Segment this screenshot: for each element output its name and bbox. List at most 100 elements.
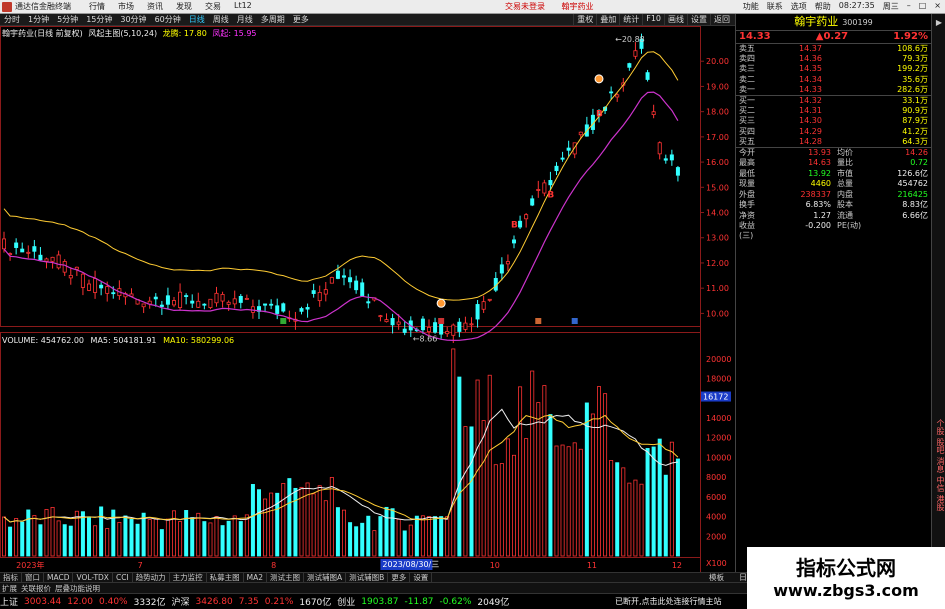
candle — [287, 310, 292, 323]
event-marker-icon[interactable] — [438, 318, 445, 324]
close-icon[interactable]: × — [934, 1, 941, 12]
period-1[interactable]: 分时 — [0, 14, 24, 25]
candle — [99, 282, 104, 296]
candle — [311, 283, 316, 298]
volume-bar — [487, 374, 492, 557]
price-change: ▲0.27 — [815, 31, 849, 42]
candle — [505, 254, 510, 271]
candle — [68, 267, 73, 285]
menu-help[interactable]: 帮助 — [815, 1, 831, 12]
app-window: 通达信金融终端 行情 市场 资讯 发现 交易 Lt12 交易未登录 翰宇药业 功… — [0, 0, 945, 609]
period-daily[interactable]: 日线 — [185, 14, 209, 25]
volume-bar — [14, 518, 19, 557]
event-marker-icon[interactable] — [571, 318, 578, 324]
date-marker-label: 2023/08/30/三 — [382, 560, 439, 569]
event-marker-icon[interactable] — [280, 318, 287, 324]
btab-8[interactable]: MA2 — [244, 573, 268, 582]
menu-trade[interactable]: 交易 — [205, 1, 221, 12]
price-pct: 1.92% — [893, 31, 928, 42]
period-6[interactable]: 60分钟 — [151, 14, 185, 25]
idx2-value: 3426.80 — [195, 596, 233, 607]
volume-bar — [263, 498, 268, 557]
menu-lt12[interactable]: Lt12 — [234, 1, 252, 12]
btab-4[interactable]: CCI — [113, 573, 133, 582]
volume-bar — [457, 376, 462, 557]
stock-name-link[interactable]: 翰宇药业 — [562, 2, 594, 11]
candle — [117, 280, 122, 300]
volume-bar — [244, 514, 249, 557]
candle — [38, 247, 43, 262]
period-3[interactable]: 5分钟 — [53, 14, 82, 25]
period-monthly[interactable]: 月线 — [233, 14, 257, 25]
period-more[interactable]: 更多 — [289, 14, 313, 25]
candle — [590, 108, 595, 134]
menu-options[interactable]: 选项 — [791, 1, 807, 12]
stat-label: 最高 — [739, 158, 755, 168]
candle — [202, 303, 207, 310]
btab-2[interactable]: MACD — [44, 573, 74, 582]
menu-contact[interactable]: 联系 — [767, 1, 783, 12]
idx3-name[interactable]: 创业 — [337, 595, 355, 608]
volume-bar — [651, 446, 656, 557]
candle — [675, 165, 680, 182]
stab-help[interactable]: 层叠功能说明 — [55, 583, 100, 594]
vol-axis-label: 4000 — [706, 513, 726, 522]
period-multi[interactable]: 多周期 — [257, 14, 289, 25]
ask-label: 卖五 — [739, 44, 755, 53]
stab-expand[interactable]: 扩展 — [2, 583, 17, 594]
tool-f10[interactable]: F10 — [642, 14, 664, 25]
tool-stats[interactable]: 统计 — [619, 14, 642, 25]
trade-login-link[interactable]: 交易未登录 — [505, 2, 545, 11]
volume-bar — [214, 516, 219, 557]
tool-back[interactable]: 返回 — [710, 14, 733, 25]
volume-bar — [524, 438, 529, 557]
menu-market[interactable]: 市场 — [118, 1, 134, 12]
dragon-value: 龙腾: 17.80 — [162, 29, 207, 38]
chart-area[interactable]: 20.00 19.00 18.00 17.00 16.00 15.00 14.00 13.00… — [0, 26, 735, 572]
idx2-name[interactable]: 沪深 — [172, 595, 190, 608]
bid-row: 买四 14.29 41.2万 — [736, 127, 931, 137]
tool-settings[interactable]: 设置 — [687, 14, 710, 25]
menu-discover[interactable]: 发现 — [176, 1, 192, 12]
btab-3[interactable]: VOL-TDX — [73, 573, 113, 582]
stab-related[interactable]: 关联报价 — [21, 583, 51, 594]
indicator-name[interactable]: 风起主图(5,10,24) — [88, 29, 157, 38]
candle — [469, 317, 474, 333]
stat-value: 1.27 — [813, 210, 831, 220]
menu-news[interactable]: 资讯 — [147, 1, 163, 12]
volume-bar — [530, 370, 535, 557]
kline-chart-svg[interactable]: 20.00 19.00 18.00 17.00 16.00 15.00 14.00 13.00… — [0, 26, 735, 572]
volume-bar — [105, 528, 110, 557]
period-4[interactable]: 15分钟 — [82, 14, 116, 25]
watermark: 指标公式网 www.zbgs3.com — [747, 547, 945, 609]
period-2[interactable]: 1分钟 — [24, 14, 53, 25]
side-tab-stock[interactable]: 个股 — [933, 419, 945, 435]
tool-overlay[interactable]: 叠加 — [596, 14, 619, 25]
period-5[interactable]: 30分钟 — [116, 14, 150, 25]
period-toolbar: 分时 1分钟 5分钟 15分钟 30分钟 60分钟 日线 周线 月线 多周期 更… — [0, 14, 735, 26]
stat-row: 换手 6.83% 股本 8.83亿 — [736, 200, 931, 211]
event-marker-icon[interactable] — [535, 318, 542, 324]
connection-status[interactable]: 已断开,点击此处连接行情主站 — [615, 596, 722, 607]
minimize-icon[interactable]: – — [907, 1, 911, 12]
tool-rights[interactable]: 重权 — [573, 14, 596, 25]
volume-bar — [663, 474, 668, 557]
volume-bar — [621, 467, 626, 557]
maximize-icon[interactable]: □ — [919, 1, 927, 12]
stat-label-2: 市值 — [837, 168, 853, 178]
tool-draw[interactable]: 画线 — [664, 14, 687, 25]
volume-bar — [202, 521, 207, 557]
menu-func[interactable]: 功能 — [743, 1, 759, 12]
stat-row: 外盘 238337 内盘 216425 — [736, 190, 931, 201]
ask-volume: 282.6万 — [897, 84, 928, 94]
side-tab-hk[interactable]: 港股 — [933, 495, 945, 511]
idx1-name[interactable]: 上证 — [0, 595, 18, 608]
side-tab-forum[interactable]: 股吧 — [933, 438, 945, 454]
candle — [627, 62, 632, 71]
volume-bar — [590, 413, 595, 557]
period-weekly[interactable]: 周线 — [209, 14, 233, 25]
side-tab-citic[interactable]: 中信 — [933, 476, 945, 492]
menu-quotes[interactable]: 行情 — [89, 1, 105, 12]
side-tab-news[interactable]: 消息 — [933, 457, 945, 473]
panel-arrow-icon[interactable]: ▶ — [932, 16, 945, 29]
